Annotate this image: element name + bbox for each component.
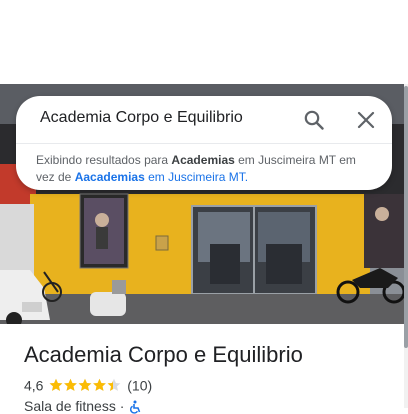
star-rating-icon — [49, 379, 121, 392]
close-icon — [357, 111, 375, 129]
clear-search-button[interactable] — [354, 108, 378, 132]
category-separator: · — [119, 398, 125, 414]
search-bar[interactable]: Academia Corpo e Equilibrio — [16, 96, 392, 142]
search-instead-link[interactable]: Aacademias em Juscimeira MT. — [75, 170, 248, 184]
did-you-mean-notice: Exibindo resultados para Academias em Ju… — [36, 152, 376, 186]
place-title: Academia Corpo e Equilibrio — [24, 342, 303, 367]
top-blank-area — [0, 0, 408, 84]
scrollbar-thumb[interactable] — [404, 86, 408, 348]
review-count[interactable]: (10) — [127, 377, 152, 393]
wheelchair-icon — [130, 400, 141, 414]
place-category[interactable]: Sala de fitness — [24, 398, 116, 414]
search-card: Academia Corpo e Equilibrio Exibindo res… — [16, 96, 392, 190]
original-term[interactable]: Aacademias — [75, 170, 145, 184]
notice-prefix: Exibindo resultados para — [36, 153, 172, 167]
search-icon — [304, 110, 324, 130]
divider — [16, 143, 392, 144]
rating-value: 4,6 — [24, 377, 44, 394]
original-suffix[interactable]: em Juscimeira MT. — [145, 170, 248, 184]
category-row: Sala de fitness · — [24, 398, 142, 414]
search-input[interactable]: Academia Corpo e Equilibrio — [40, 109, 243, 127]
rating-row: 4,6 (10) — [24, 376, 152, 394]
search-button[interactable] — [302, 108, 326, 132]
showing-term: Academias — [171, 153, 235, 167]
